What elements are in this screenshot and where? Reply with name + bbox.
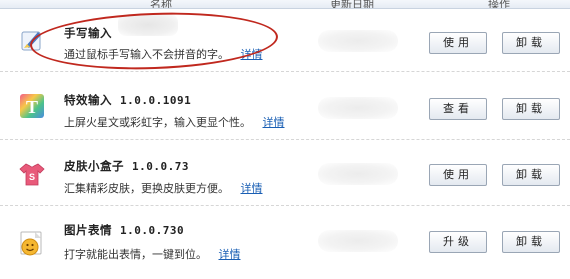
blurred-date (318, 163, 398, 185)
plugin-title: 图片表情 1.0.0.730 (64, 222, 184, 238)
plugin-desc: 通过鼠标手写输入不会拼音的字。 详情 (64, 46, 263, 62)
plugin-desc-text: 上屏火星文或彩虹字，输入更显个性。 (64, 116, 251, 129)
emoticon-image-icon (20, 231, 42, 256)
plugin-name: 特效输入 (64, 93, 112, 107)
uninstall-button[interactable]: 卸载 (502, 231, 560, 253)
header-action: 操作 (488, 0, 510, 9)
blurred-date (318, 97, 398, 119)
svg-text:T: T (26, 97, 38, 117)
plugin-title: 特效输入 1.0.0.1091 (64, 92, 191, 108)
plugin-row: T 特效输入 1.0.0.1091 上屏火星文或彩虹字，输入更显个性。 详情 查看… (0, 72, 570, 140)
plugin-desc-text: 汇集精彩皮肤，更换皮肤更方便。 (64, 182, 229, 195)
plugin-desc: 上屏火星文或彩虹字，输入更显个性。 详情 (64, 114, 285, 130)
use-button[interactable]: 使用 (429, 164, 487, 186)
plugin-version: 1.0.0.73 (132, 160, 189, 173)
details-link[interactable]: 详情 (263, 116, 285, 129)
uninstall-button[interactable]: 卸载 (502, 98, 560, 120)
uninstall-button[interactable]: 卸载 (502, 164, 560, 186)
svg-text:S: S (29, 172, 35, 182)
use-button[interactable]: 使用 (429, 32, 487, 54)
plugin-row: 手写输入 通过鼠标手写输入不会拼音的字。 详情 使用 卸载 (0, 8, 570, 74)
plugin-version: 1.0.0.1091 (120, 94, 192, 107)
details-link[interactable]: 详情 (241, 48, 263, 61)
details-link[interactable]: 详情 (219, 248, 241, 261)
plugin-row: S 皮肤小盒子 1.0.0.73 汇集精彩皮肤，更换皮肤更方便。 详情 使用 卸载 (0, 140, 570, 206)
plugin-name: 手写输入 (64, 26, 112, 40)
plugin-desc: 汇集精彩皮肤，更换皮肤更方便。 详情 (64, 180, 263, 196)
details-link[interactable]: 详情 (241, 182, 263, 195)
header-name: 名称 (150, 0, 172, 9)
special-text-T-icon: T (20, 94, 44, 118)
skin-shirt-icon: S (19, 163, 45, 186)
plugin-desc-text: 通过鼠标手写输入不会拼音的字。 (64, 48, 229, 61)
blurred-date (318, 230, 398, 252)
blurred-version (118, 14, 178, 36)
view-button[interactable]: 查看 (429, 98, 487, 120)
plugin-desc: 打字就能出表情，一键到位。 详情 (64, 246, 241, 262)
blurred-date (318, 30, 398, 52)
table-header: 名称 更新日期 操作 (0, 0, 570, 9)
plugin-desc-text: 打字就能出表情，一键到位。 (64, 248, 207, 261)
uninstall-button[interactable]: 卸载 (502, 32, 560, 54)
upgrade-button[interactable]: 升级 (429, 231, 487, 253)
plugin-name: 皮肤小盒子 (64, 159, 124, 173)
plugin-version: 1.0.0.730 (120, 224, 185, 237)
plugin-row: 图片表情 1.0.0.730 打字就能出表情，一键到位。 详情 升级 卸载 (0, 206, 570, 279)
plugin-title: 皮肤小盒子 1.0.0.73 (64, 158, 189, 174)
plugin-name: 图片表情 (64, 223, 112, 237)
pen-hand-icon (21, 31, 41, 51)
plugin-title: 手写输入 (64, 25, 112, 41)
header-date: 更新日期 (330, 0, 374, 9)
